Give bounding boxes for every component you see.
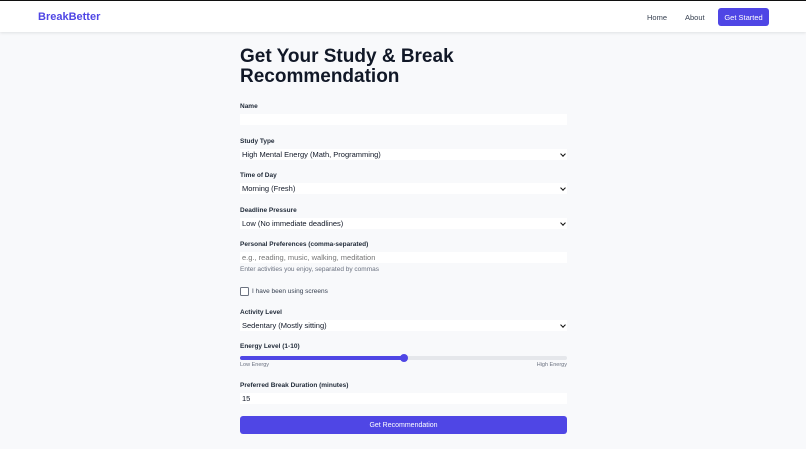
study-type-label: Study Type <box>240 138 275 145</box>
nav-link-home[interactable]: Home <box>647 13 667 22</box>
screens-checkbox[interactable] <box>240 287 249 296</box>
name-input[interactable] <box>240 114 567 125</box>
preferences-label: Personal Preferences (comma-separated) <box>240 241 369 248</box>
activity-value: Sedentary (Mostly sitting) <box>242 321 327 330</box>
break-duration-input[interactable] <box>240 393 567 404</box>
study-type-select[interactable]: High Mental Energy (Math, Programming) <box>240 149 567 160</box>
get-started-button[interactable]: Get Started <box>718 8 769 26</box>
deadline-label: Deadline Pressure <box>240 207 297 214</box>
chevron-down-icon <box>560 151 566 157</box>
time-of-day-value: Morning (Fresh) <box>242 184 296 193</box>
preferences-hint: Enter activities you enjoy, separated by… <box>240 266 379 273</box>
time-of-day-select[interactable]: Morning (Fresh) <box>240 183 567 194</box>
recommendation-form: Get Your Study & Break Recommendation Na… <box>240 46 567 434</box>
time-of-day-label: Time of Day <box>240 172 277 179</box>
chevron-down-icon <box>560 220 566 226</box>
deadline-value: Low (No immediate deadlines) <box>242 219 344 228</box>
name-label: Name <box>240 103 258 110</box>
energy-slider[interactable] <box>240 354 567 362</box>
study-type-value: High Mental Energy (Math, Programming) <box>242 150 381 159</box>
activity-select[interactable]: Sedentary (Mostly sitting) <box>240 320 567 331</box>
energy-slider-fill <box>240 356 404 360</box>
preferences-input[interactable] <box>240 252 567 263</box>
activity-label: Activity Level <box>240 309 282 316</box>
page-title: Get Your Study & Break Recommendation <box>240 46 454 87</box>
energy-slider-thumb[interactable] <box>399 354 408 362</box>
get-recommendation-button[interactable]: Get Recommendation <box>240 416 567 434</box>
break-duration-label: Preferred Break Duration (minutes) <box>240 382 349 389</box>
screens-checkbox-label: I have been using screens <box>252 288 328 295</box>
chevron-down-icon <box>560 185 566 191</box>
deadline-select[interactable]: Low (No immediate deadlines) <box>240 218 567 229</box>
energy-high-label: High Energy <box>536 362 567 368</box>
chevron-down-icon <box>560 322 566 328</box>
navbar: BreakBetter Home About Get Started <box>0 1 806 32</box>
brand-logo[interactable]: BreakBetter <box>38 11 100 23</box>
nav-link-about[interactable]: About <box>685 13 705 22</box>
energy-label: Energy Level (1-10) <box>240 343 300 350</box>
energy-low-label: Low Energy <box>240 362 270 368</box>
